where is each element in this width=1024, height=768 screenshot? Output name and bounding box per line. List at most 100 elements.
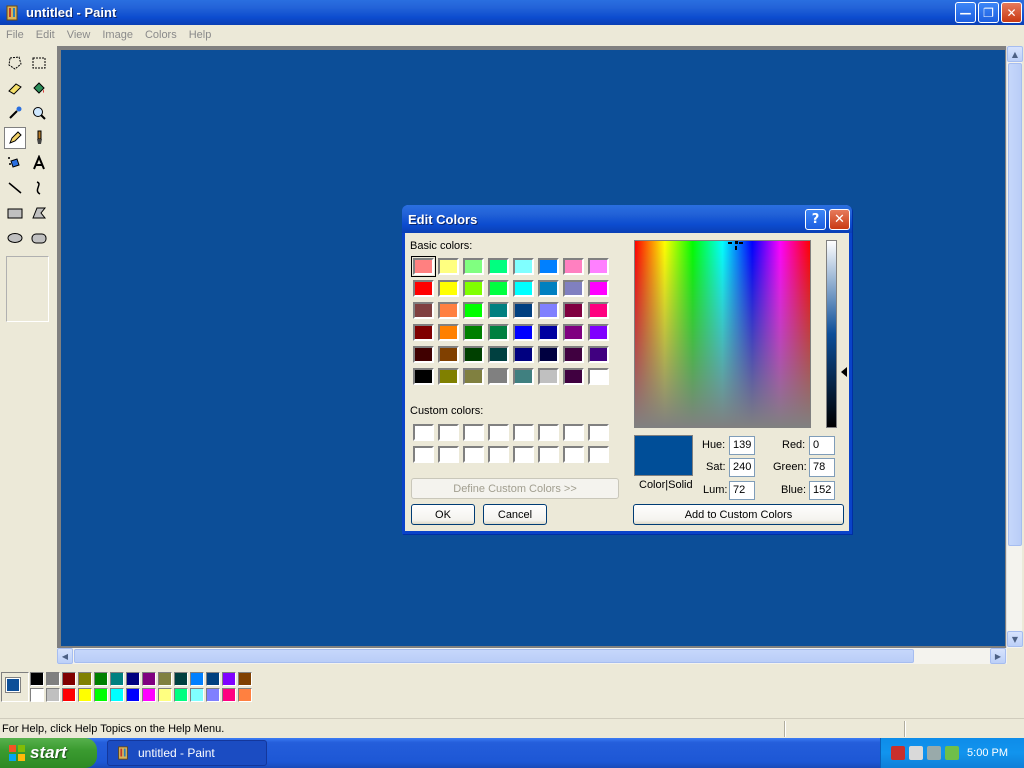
menu-colors[interactable]: Colors [139,29,183,41]
basic-color-swatch[interactable] [513,302,534,319]
blue-field[interactable]: 152 [809,481,835,500]
scroll-down-button[interactable]: ▼ [1007,631,1023,647]
tool-options-box[interactable] [6,256,49,322]
custom-color-swatch[interactable] [488,424,509,441]
palette-swatch[interactable] [238,688,252,702]
tool-curve[interactable] [28,177,50,199]
cancel-button[interactable]: Cancel [483,504,547,525]
custom-color-swatch[interactable] [488,446,509,463]
help-button[interactable]: ? [805,209,826,230]
basic-color-swatch[interactable] [413,280,434,297]
security-shield-icon[interactable] [891,746,905,760]
tool-text[interactable] [28,152,50,174]
basic-color-swatch[interactable] [413,324,434,341]
basic-color-swatch[interactable] [588,346,609,363]
palette-swatch[interactable] [142,672,156,686]
palette-swatch[interactable] [30,672,44,686]
basic-color-swatch[interactable] [488,368,509,385]
palette-swatch[interactable] [46,688,60,702]
menu-view[interactable]: View [61,29,97,41]
basic-color-swatch[interactable] [488,258,509,275]
palette-swatch[interactable] [222,672,236,686]
palette-swatch[interactable] [158,672,172,686]
ok-button[interactable]: OK [411,504,475,525]
basic-color-swatch[interactable] [438,368,459,385]
lum-field[interactable]: 72 [729,481,755,500]
network-icon[interactable] [945,746,959,760]
palette-swatch[interactable] [190,672,204,686]
palette-swatch[interactable] [94,688,108,702]
basic-color-swatch[interactable] [513,258,534,275]
volume-icon[interactable] [927,746,941,760]
tool-rounded-rectangle[interactable] [28,227,50,249]
basic-color-swatch[interactable] [563,258,584,275]
basic-color-swatch[interactable] [563,368,584,385]
basic-color-swatch[interactable] [563,302,584,319]
basic-color-swatch[interactable] [488,324,509,341]
basic-color-swatch[interactable] [538,258,559,275]
basic-color-swatch[interactable] [513,346,534,363]
custom-color-swatch[interactable] [463,424,484,441]
basic-color-swatch[interactable] [588,302,609,319]
basic-color-swatch[interactable] [463,346,484,363]
palette-swatch[interactable] [126,672,140,686]
close-button[interactable]: ✕ [1001,2,1022,23]
basic-color-swatch[interactable] [488,346,509,363]
tool-line[interactable] [4,177,26,199]
basic-color-swatch[interactable] [438,324,459,341]
custom-color-swatch[interactable] [538,446,559,463]
scroll-up-button[interactable]: ▲ [1007,46,1023,62]
restore-button[interactable]: ❐ [978,2,999,23]
palette-swatch[interactable] [110,672,124,686]
luminosity-slider-arrow[interactable] [841,367,847,377]
vertical-scroll-thumb[interactable] [1008,63,1022,546]
hue-field[interactable]: 139 [729,436,755,455]
palette-swatch[interactable] [206,672,220,686]
basic-color-swatch[interactable] [413,346,434,363]
custom-color-swatch[interactable] [563,424,584,441]
palette-swatch[interactable] [222,688,236,702]
tool-ellipse[interactable] [4,227,26,249]
palette-swatch[interactable] [30,688,44,702]
scroll-left-button[interactable]: ◀ [57,648,73,664]
scroll-right-button[interactable]: ▶ [990,648,1006,664]
basic-color-swatch[interactable] [588,258,609,275]
palette-swatch[interactable] [78,688,92,702]
basic-color-swatch[interactable] [563,324,584,341]
palette-swatch[interactable] [190,688,204,702]
tool-airbrush[interactable] [4,152,26,174]
custom-color-swatch[interactable] [438,424,459,441]
palette-swatch[interactable] [174,688,188,702]
basic-color-swatch[interactable] [588,280,609,297]
menu-file[interactable]: File [0,29,30,41]
menu-help[interactable]: Help [183,29,218,41]
basic-color-swatch[interactable] [463,368,484,385]
basic-color-swatch[interactable] [513,368,534,385]
menu-image[interactable]: Image [96,29,139,41]
custom-color-swatch[interactable] [563,446,584,463]
custom-color-swatch[interactable] [463,446,484,463]
custom-color-swatch[interactable] [413,446,434,463]
dialog-close-button[interactable]: ✕ [829,209,850,230]
custom-color-swatch[interactable] [538,424,559,441]
palette-swatch[interactable] [46,672,60,686]
custom-color-swatch[interactable] [588,424,609,441]
basic-color-swatch[interactable] [463,302,484,319]
palette-swatch[interactable] [110,688,124,702]
custom-color-swatch[interactable] [588,446,609,463]
tool-fill[interactable] [28,77,50,99]
basic-color-swatch[interactable] [538,324,559,341]
define-custom-colors-button[interactable]: Define Custom Colors >> [411,478,619,499]
basic-color-swatch[interactable] [513,280,534,297]
sat-field[interactable]: 240 [729,458,755,477]
basic-color-swatch[interactable] [538,368,559,385]
add-to-custom-colors-button[interactable]: Add to Custom Colors [633,504,844,525]
palette-swatch[interactable] [62,672,76,686]
palette-swatch[interactable] [158,688,172,702]
start-button[interactable]: start [0,738,97,768]
palette-swatch[interactable] [126,688,140,702]
palette-swatch[interactable] [206,688,220,702]
tool-pick-color[interactable] [4,102,26,124]
basic-color-swatch[interactable] [563,346,584,363]
custom-color-swatch[interactable] [513,446,534,463]
